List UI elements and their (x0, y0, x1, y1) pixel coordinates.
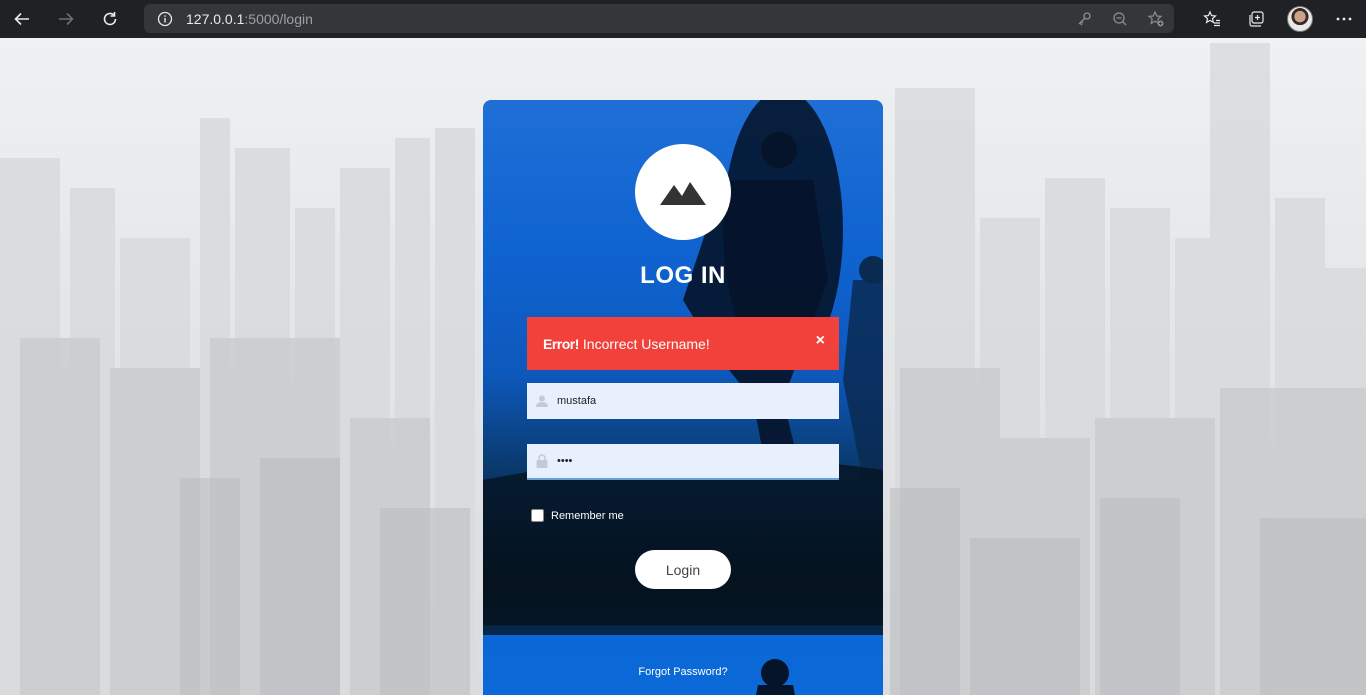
page-title: LOG IN (640, 262, 726, 289)
close-icon[interactable]: × (816, 332, 825, 350)
error-label: Error! (543, 335, 579, 352)
key-icon[interactable] (1072, 7, 1096, 31)
forward-button[interactable] (44, 0, 88, 38)
page-background: LOG IN Error! Incorrect Username! × Reme… (0, 38, 1366, 695)
logo (635, 144, 731, 240)
remember-me-option[interactable]: Remember me (531, 509, 624, 522)
url-path: :5000/login (244, 10, 313, 27)
lock-icon (527, 443, 557, 479)
url-host: 127.0.0.1 (186, 10, 245, 27)
login-button[interactable]: Login (635, 550, 731, 589)
address-bar[interactable]: 127.0.0.1:5000/login (144, 4, 1174, 33)
remember-me-label: Remember me (551, 509, 624, 522)
user-icon (527, 383, 557, 419)
forward-icon (59, 12, 74, 26)
error-message: Incorrect Username! (582, 335, 710, 352)
add-favorite-icon[interactable] (1144, 7, 1168, 31)
password-field[interactable] (527, 443, 839, 480)
back-button[interactable] (0, 0, 44, 38)
username-input[interactable] (557, 383, 839, 419)
collections-icon (1249, 11, 1264, 27)
reload-icon (103, 12, 117, 26)
favorites-icon (1203, 10, 1220, 27)
username-field[interactable] (527, 383, 839, 419)
reload-button[interactable] (88, 0, 132, 38)
avatar (1287, 6, 1313, 32)
password-input[interactable] (557, 443, 839, 479)
collections-button[interactable] (1234, 0, 1278, 38)
zoom-out-icon[interactable] (1108, 7, 1132, 31)
mountain-logo-icon (660, 182, 706, 205)
remember-me-checkbox[interactable] (531, 509, 544, 522)
settings-more-icon (1336, 17, 1352, 21)
settings-more-button[interactable] (1322, 0, 1366, 38)
back-icon (14, 12, 29, 26)
forgot-password-link[interactable]: Forgot Password? (483, 666, 883, 678)
info-icon[interactable] (144, 11, 186, 27)
error-alert: Error! Incorrect Username! × (527, 317, 839, 370)
profile-button[interactable] (1278, 0, 1322, 38)
browser-toolbar: 127.0.0.1:5000/login (0, 0, 1366, 38)
favorites-button[interactable] (1190, 0, 1234, 38)
login-card: LOG IN Error! Incorrect Username! × Reme… (483, 100, 883, 695)
